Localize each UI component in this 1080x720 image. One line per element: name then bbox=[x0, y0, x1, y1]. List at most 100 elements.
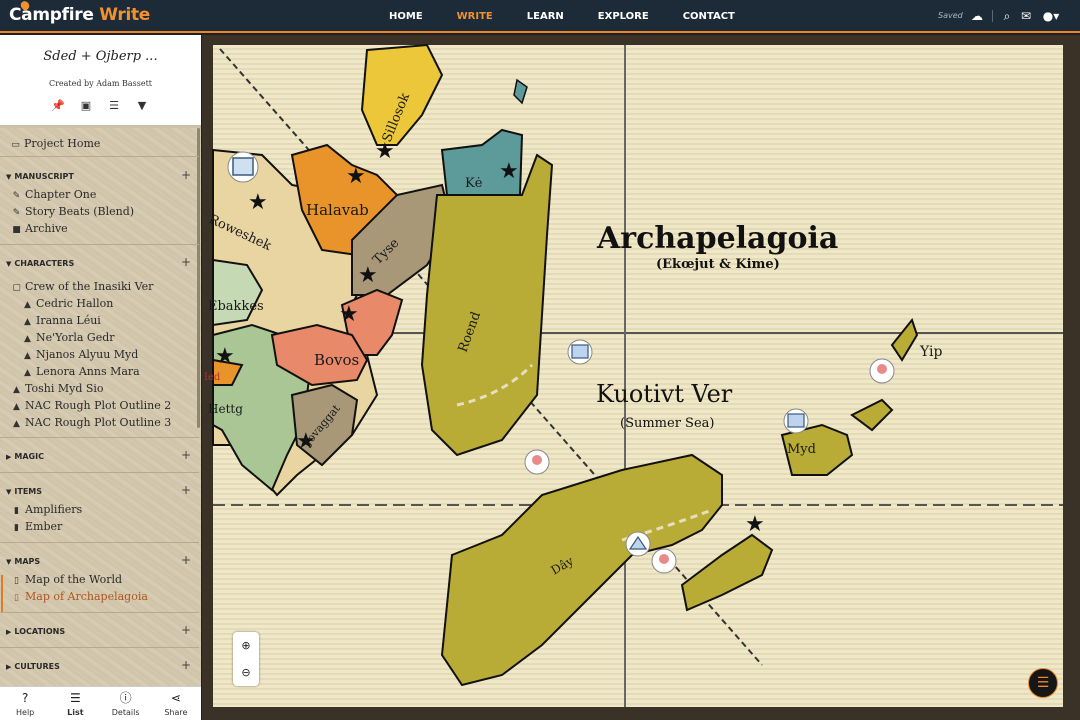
app-logo[interactable]: Campfire Write bbox=[9, 0, 150, 25]
label-hettg: Hettg bbox=[208, 402, 243, 416]
pencil-icon: ✎ bbox=[12, 191, 21, 201]
star-icon: ★ bbox=[358, 263, 378, 288]
folder-add-icon[interactable]: ▣ bbox=[78, 99, 94, 112]
nav-write[interactable]: WRITE bbox=[440, 0, 510, 33]
person-icon: ▲ bbox=[24, 300, 31, 310]
tree-item[interactable]: ■ Archive bbox=[11, 222, 201, 235]
stack-icon[interactable]: ☰ bbox=[106, 99, 122, 112]
search-icon[interactable]: ⌕ bbox=[1000, 8, 1014, 24]
caret-down-icon: ▼ bbox=[6, 173, 12, 181]
person-icon: ▲ bbox=[24, 351, 31, 361]
add-map-button[interactable]: + bbox=[181, 553, 191, 567]
project-toolbar: 📌 ▣ ☰ ▼ bbox=[50, 99, 150, 112]
tree-item[interactable]: ▲ Cedric Hallon bbox=[22, 297, 201, 310]
divider bbox=[0, 472, 199, 473]
land-roend bbox=[420, 153, 554, 457]
zoom-controls: ⊕ ⊖ bbox=[233, 632, 259, 686]
tree-item[interactable]: ▮ Ember bbox=[11, 520, 201, 533]
tree-item[interactable]: ✎ Chapter One bbox=[11, 188, 201, 201]
add-location-button[interactable]: + bbox=[181, 623, 191, 637]
pin-icon bbox=[877, 364, 887, 374]
tree-item[interactable]: ▲ Lenora Anns Mara bbox=[22, 365, 201, 378]
divider bbox=[992, 10, 993, 22]
tree-item[interactable]: ▲ NAC Rough Plot Outline 2 bbox=[11, 399, 201, 412]
tab-list[interactable]: ☰ List bbox=[50, 687, 100, 720]
tab-share[interactable]: ⋖ Share bbox=[151, 687, 201, 720]
account-icon[interactable]: ●▾ bbox=[1041, 8, 1061, 24]
map-pin[interactable] bbox=[783, 408, 809, 434]
info-icon: ⓘ bbox=[119, 691, 132, 705]
divider bbox=[0, 647, 199, 648]
mail-icon[interactable]: ✉ bbox=[1018, 8, 1034, 24]
folder-open-icon: ▢ bbox=[12, 283, 21, 293]
home-page-icon: ▭ bbox=[11, 140, 20, 150]
section-characters[interactable]: ▼ CHARACTERS bbox=[6, 259, 74, 268]
project-tree: ▭ Project Home ▼ MANUSCRIPT + ✎ Chapter One… bbox=[0, 128, 201, 686]
map-pin[interactable] bbox=[651, 548, 677, 574]
tab-help[interactable]: ? Help bbox=[0, 687, 50, 720]
section-locations[interactable]: ▶ LOCATIONS bbox=[6, 627, 65, 636]
label-yip: Yip bbox=[919, 344, 942, 360]
person-icon: ▲ bbox=[24, 334, 31, 344]
star-icon: ★ bbox=[215, 344, 235, 369]
add-manuscript-button[interactable]: + bbox=[181, 168, 191, 182]
caret-right-icon: ▶ bbox=[6, 663, 12, 671]
section-magic[interactable]: ▶ MAGIC bbox=[6, 452, 44, 461]
nav-home[interactable]: HOME bbox=[372, 0, 440, 33]
zoom-out-button[interactable]: ⊖ bbox=[233, 659, 259, 686]
section-manuscript[interactable]: ▼ MANUSCRIPT bbox=[6, 172, 74, 181]
zoom-in-button[interactable]: ⊕ bbox=[233, 632, 259, 659]
tab-details[interactable]: ⓘ Details bbox=[101, 687, 151, 720]
item-icon: ▮ bbox=[14, 523, 19, 533]
tree-item[interactable]: ▲ Iranna Léui bbox=[22, 314, 201, 327]
tree-folder[interactable]: ▢ Crew of the Inasiki Ver bbox=[11, 280, 201, 293]
tree-item[interactable]: ✎ Story Beats (Blend) bbox=[11, 205, 201, 218]
person-icon: ▲ bbox=[24, 368, 31, 378]
palace-icon bbox=[787, 413, 805, 428]
add-character-button[interactable]: + bbox=[181, 255, 191, 269]
map-menu-button[interactable]: ☰ bbox=[1028, 668, 1058, 698]
land-islet bbox=[850, 398, 894, 432]
pin-icon[interactable]: 📌 bbox=[50, 99, 66, 112]
tree-item[interactable]: ▮ Amplifiers bbox=[11, 503, 201, 516]
map-pin[interactable] bbox=[869, 358, 895, 384]
tree-item-project-home[interactable]: ▭ Project Home bbox=[10, 137, 201, 150]
caret-right-icon: ▶ bbox=[6, 628, 12, 636]
tree-item[interactable]: ▲ Njanos Alyuu Myd bbox=[22, 348, 201, 361]
nav-learn[interactable]: LEARN bbox=[510, 0, 581, 33]
filter-icon[interactable]: ▼ bbox=[134, 99, 150, 112]
main-nav: HOME WRITE LEARN EXPLORE CONTACT bbox=[372, 0, 752, 33]
section-items[interactable]: ▼ ITEMS bbox=[6, 487, 42, 496]
map-pin[interactable] bbox=[625, 531, 651, 557]
tree-item-active[interactable]: ▯ Map of Archapelagoia bbox=[11, 590, 201, 603]
nav-explore[interactable]: EXPLORE bbox=[581, 0, 666, 33]
map-viewport[interactable]: ★ ★ ★ ★ ★ ★ ★ ★ ★ Archapelagoia (Ekœjut … bbox=[202, 35, 1080, 720]
land-day bbox=[440, 453, 723, 687]
pencil-icon: ✎ bbox=[12, 208, 21, 218]
nav-contact[interactable]: CONTACT bbox=[666, 0, 752, 33]
star-icon: ★ bbox=[248, 190, 268, 215]
caret-down-icon: ▼ bbox=[6, 558, 12, 566]
folder-icon: ■ bbox=[12, 225, 21, 235]
label-ke: Kė bbox=[465, 176, 483, 191]
divider bbox=[0, 244, 199, 245]
section-cultures[interactable]: ▶ CULTURES bbox=[6, 662, 60, 671]
person-icon: ▲ bbox=[13, 385, 20, 395]
person-icon: ▲ bbox=[13, 419, 20, 429]
map-pin[interactable] bbox=[524, 449, 550, 475]
map-icon: ▯ bbox=[14, 576, 19, 586]
project-header: Sded + Ojberp ... Created by Adam Basset… bbox=[0, 35, 201, 126]
map-pin[interactable] bbox=[227, 151, 259, 183]
add-magic-button[interactable]: + bbox=[181, 448, 191, 462]
label-ied: Ied bbox=[204, 372, 221, 383]
divider bbox=[0, 437, 199, 438]
map-pin[interactable] bbox=[567, 339, 593, 365]
tree-item[interactable]: ▯ Map of the World bbox=[11, 573, 201, 586]
sea-sublabel: (Summer Sea) bbox=[620, 416, 714, 431]
add-item-button[interactable]: + bbox=[181, 483, 191, 497]
tree-item[interactable]: ▲ NAC Rough Plot Outline 3 bbox=[11, 416, 201, 429]
section-maps[interactable]: ▼ MAPS bbox=[6, 557, 40, 566]
tree-item[interactable]: ▲ Ne'Yorla Gedr bbox=[22, 331, 201, 344]
tree-item[interactable]: ▲ Toshi Myd Sio bbox=[11, 382, 201, 395]
add-culture-button[interactable]: + bbox=[181, 658, 191, 672]
